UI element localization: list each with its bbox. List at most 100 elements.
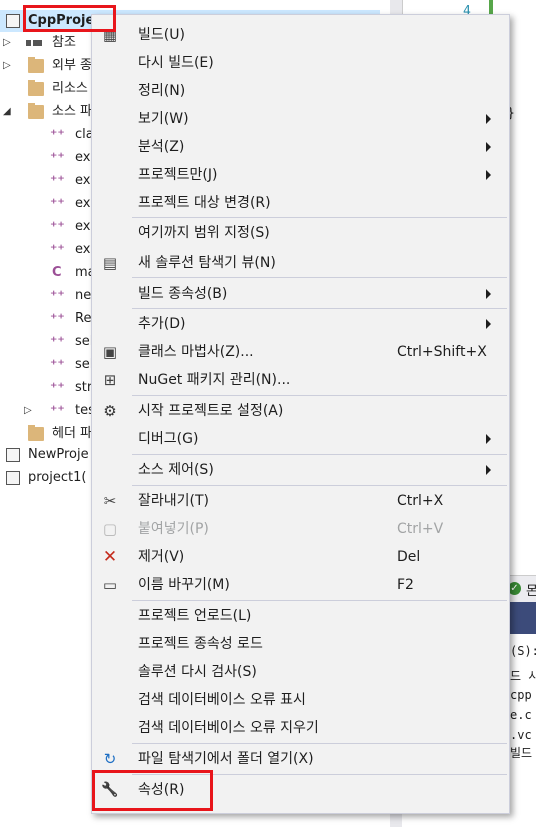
menu-item-debug[interactable]: 디버그(G): [92, 425, 509, 453]
tree-item-label: ex: [75, 173, 91, 188]
menu-item-rescan-solution[interactable]: 솔루션 다시 검사(S): [92, 658, 509, 686]
submenu-arrow-icon: [486, 142, 491, 152]
menu-item-build[interactable]: ▦ 빌드(U): [92, 21, 509, 49]
tree-item-label: ne: [75, 288, 92, 303]
tree-item-label: ex: [75, 150, 91, 165]
submenu-arrow-icon: [486, 170, 491, 180]
menu-item-add[interactable]: 추가(D): [92, 310, 509, 338]
menu-item-label: 잘라내기(T): [138, 493, 209, 509]
cpp-file-icon: ⁺⁺: [50, 242, 65, 258]
output-line: 빌드: [510, 746, 533, 760]
nuget-icon: ⊞: [103, 371, 117, 389]
tree-item-label: ex: [75, 196, 91, 211]
menu-item-label: 분석(Z): [138, 139, 185, 155]
menu-item-rename[interactable]: ▭ 이름 바꾸기(M) F2: [92, 571, 509, 599]
menu-separator: [132, 743, 507, 744]
menu-item-remove[interactable]: ✕ 제거(V) Del: [92, 543, 509, 571]
menu-item-shortcut: Ctrl+Shift+X: [397, 344, 487, 360]
menu-item-label: 클래스 마법사(Z)...: [138, 344, 254, 360]
folder-icon: [28, 425, 44, 441]
menu-item-label: 검색 데이터베이스 오류 표시: [138, 692, 306, 708]
menu-item-clean[interactable]: 정리(N): [92, 77, 509, 105]
submenu-arrow-icon: [486, 434, 491, 444]
menu-item-label: 프로젝트 대상 변경(R): [138, 195, 271, 211]
menu-item-label: 디버그(G): [138, 431, 199, 447]
menu-item-project-only[interactable]: 프로젝트만(J): [92, 161, 509, 189]
tree-project-label: project1(: [28, 470, 87, 485]
menu-item-label: 빌드 종속성(B): [138, 286, 228, 302]
menu-item-label: 붙여넣기(P): [138, 521, 209, 537]
menu-item-clear-db-errors[interactable]: 검색 데이터베이스 오류 지우기: [92, 714, 509, 742]
menu-item-manage-nuget[interactable]: ⊞ NuGet 패키지 관리(N)...: [92, 366, 509, 394]
menu-item-rebuild[interactable]: 다시 빌드(E): [92, 49, 509, 77]
menu-item-label: NuGet 패키지 관리(N)...: [138, 372, 291, 388]
menu-item-set-startup[interactable]: ⚙ 시작 프로젝트로 설정(A): [92, 397, 509, 425]
expand-arrow-icon[interactable]: ▷: [24, 400, 34, 422]
submenu-arrow-icon: [486, 465, 491, 475]
cpp-file-icon: ⁺⁺: [50, 403, 65, 419]
menu-item-class-wizard[interactable]: ▣ 클래스 마법사(Z)... Ctrl+Shift+X: [92, 338, 509, 366]
output-line: 드 시: [510, 669, 536, 683]
menu-item-cut[interactable]: ✂ 잘라내기(T) Ctrl+X: [92, 487, 509, 515]
menu-item-label: 빌드(U): [138, 27, 185, 43]
paste-icon: ▢: [102, 520, 118, 538]
menu-item-label: 프로젝트 종속성 로드: [138, 636, 263, 652]
folder-icon: [28, 80, 44, 96]
rename-icon: ▭: [102, 576, 118, 594]
project-icon: [6, 471, 20, 485]
menu-separator: [132, 454, 507, 455]
tree-item-label: 헤더 파: [52, 426, 93, 441]
output-line: e.c: [510, 708, 532, 722]
open-folder-icon: ↻: [103, 750, 117, 768]
menu-item-label: 새 솔루션 탐색기 뷰(N): [138, 255, 276, 271]
cpp-file-icon: ⁺⁺: [50, 150, 65, 166]
menu-separator: [132, 308, 507, 309]
delete-icon: ✕: [102, 547, 118, 567]
menu-item-retarget[interactable]: 프로젝트 대상 변경(R): [92, 189, 509, 217]
menu-item-build-dependencies[interactable]: 빌드 종속성(B): [92, 280, 509, 308]
menu-item-paste: ▢ 붙여넣기(P) Ctrl+V: [92, 515, 509, 543]
menu-item-analyze[interactable]: 분석(Z): [92, 133, 509, 161]
menu-item-load-dependencies[interactable]: 프로젝트 종속성 로드: [92, 630, 509, 658]
menu-item-label: 프로젝트 언로드(L): [138, 608, 252, 624]
tree-item-label: ex: [75, 219, 91, 234]
menu-item-open-in-explorer[interactable]: ↻ 파일 탐색기에서 폴더 열기(X): [92, 745, 509, 773]
cpp-file-icon: ⁺⁺: [50, 288, 65, 304]
cpp-file-icon: ⁺⁺: [50, 311, 65, 327]
menu-item-source-control[interactable]: 소스 제어(S): [92, 456, 509, 484]
cpp-file-icon: ⁺⁺: [50, 380, 65, 396]
folder-icon: [28, 57, 44, 73]
menu-item-label: 여기까지 범위 지정(S): [138, 225, 270, 241]
context-menu: ▦ 빌드(U) 다시 빌드(E) 정리(N) 보기(W) 분석(Z) 프로젝트만(J) 프로젝…: [91, 14, 510, 814]
highlight-project: [23, 5, 116, 32]
scissors-icon: ✂: [103, 492, 117, 510]
project-icon: [6, 448, 20, 462]
expand-arrow-icon[interactable]: ◢: [3, 101, 13, 123]
menu-item-shortcut: Ctrl+V: [397, 521, 444, 537]
menu-item-view[interactable]: 보기(W): [92, 105, 509, 133]
submenu-arrow-icon: [486, 319, 491, 329]
menu-item-label: 추가(D): [138, 316, 186, 332]
folder-icon: [28, 103, 44, 119]
new-view-icon: ▤: [102, 254, 118, 272]
menu-item-label: 보기(W): [138, 111, 189, 127]
menu-item-label: 다시 빌드(E): [138, 55, 214, 71]
submenu-arrow-icon: [486, 289, 491, 299]
class-wizard-icon: ▣: [102, 343, 118, 361]
submenu-arrow-icon: [486, 114, 491, 124]
cpp-file-icon: ⁺⁺: [50, 219, 65, 235]
gear-icon: ⚙: [103, 402, 117, 420]
menu-item-label: 검색 데이터베이스 오류 지우기: [138, 720, 319, 736]
menu-item-show-db-errors[interactable]: 검색 데이터베이스 오류 표시: [92, 686, 509, 714]
menu-item-scope-to-this[interactable]: 여기까지 범위 지정(S): [92, 219, 509, 247]
menu-separator: [132, 395, 507, 396]
menu-item-new-explorer-view[interactable]: ▤ 새 솔루션 탐색기 뷰(N): [92, 249, 509, 277]
menu-separator: [132, 600, 507, 601]
expand-arrow-icon[interactable]: ▷: [3, 32, 13, 54]
expand-arrow-icon[interactable]: ▷: [3, 55, 13, 77]
menu-item-unload-project[interactable]: 프로젝트 언로드(L): [92, 602, 509, 630]
menu-item-shortcut: Ctrl+X: [397, 493, 444, 509]
menu-item-shortcut: Del: [397, 549, 421, 565]
menu-item-label: 이름 바꾸기(M): [138, 577, 230, 593]
tree-item-label: 리소스: [52, 81, 88, 96]
